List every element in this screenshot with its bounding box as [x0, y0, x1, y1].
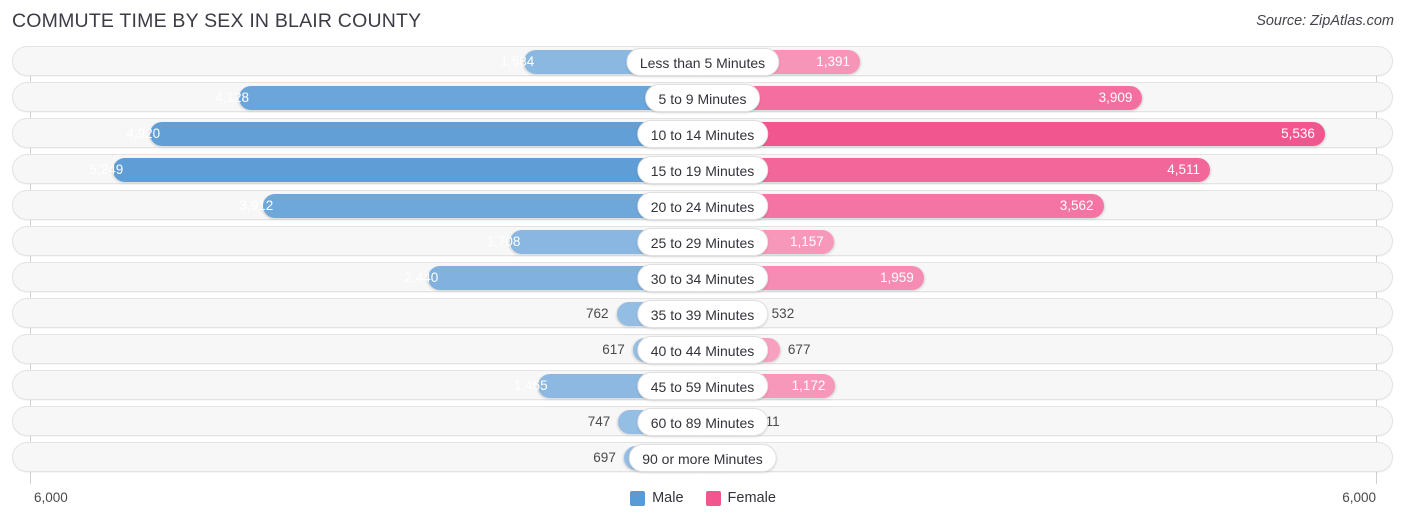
bar-track: 762 532 35 to 39 Minutes	[12, 298, 1393, 328]
bar-row: 762 532 35 to 39 Minutes	[0, 298, 1406, 328]
category-label-pill[interactable]: 5 to 9 Minutes	[644, 84, 761, 112]
bar-row: 4,920 5,536 10 to 14 Minutes	[0, 118, 1406, 148]
category-label-pill[interactable]: 10 to 14 Minutes	[636, 120, 769, 148]
bar-value-female: 677	[787, 342, 811, 357]
bar-row: 5,249 4,511 15 to 19 Minutes	[0, 154, 1406, 184]
category-label-pill[interactable]: 90 or more Minutes	[628, 444, 777, 472]
bar-value-male: 697	[593, 450, 616, 465]
bar-row: 3,912 3,562 20 to 24 Minutes	[0, 190, 1406, 220]
bar-value-male: 4,128	[215, 90, 249, 105]
bar-track: 4,128 3,909 5 to 9 Minutes	[12, 82, 1393, 112]
category-label-pill[interactable]: Less than 5 Minutes	[625, 48, 780, 76]
bar-value-male: 4,920	[126, 126, 161, 141]
bar-value-female: 3,562	[1059, 198, 1094, 213]
bar-row: 2,440 1,959 30 to 34 Minutes	[0, 262, 1406, 292]
category-label-pill[interactable]: 45 to 59 Minutes	[636, 372, 769, 400]
category-label-pill[interactable]: 40 to 44 Minutes	[636, 336, 769, 364]
bar-value-female: 3,909	[1098, 90, 1133, 105]
chart-footer: 6,000 6,000 Male Female	[0, 486, 1406, 523]
bar-value-male: 1,708	[486, 234, 521, 249]
bar-male[interactable]	[238, 86, 702, 110]
legend-label: Female	[727, 490, 776, 506]
category-label-pill[interactable]: 20 to 24 Minutes	[636, 192, 769, 220]
bar-value-male: 1,465	[513, 378, 548, 393]
category-label-pill[interactable]: 60 to 89 Minutes	[636, 408, 769, 436]
bar-value-female: 4,511	[1167, 162, 1200, 177]
bar-track: 3,912 3,562 20 to 24 Minutes	[12, 190, 1393, 220]
legend-item-male[interactable]: Male	[630, 490, 684, 506]
bar-value-female: 1,959	[879, 270, 914, 285]
bar-female[interactable]	[704, 158, 1210, 182]
category-label-pill[interactable]: 30 to 34 Minutes	[636, 264, 769, 292]
bar-row: 617 677 40 to 44 Minutes	[0, 334, 1406, 364]
bar-male[interactable]	[113, 158, 702, 182]
bar-track: 1,584 1,391 Less than 5 Minutes	[12, 46, 1393, 76]
bar-value-female: 532	[771, 306, 795, 321]
bar-track: 1,465 1,172 45 to 59 Minutes	[12, 370, 1393, 400]
bar-row: 1,708 1,157 25 to 29 Minutes	[0, 226, 1406, 256]
bar-male[interactable]	[150, 122, 702, 146]
bar-track: 747 411 60 to 89 Minutes	[12, 406, 1393, 436]
bar-value-female: 1,172	[791, 378, 826, 393]
category-label-pill[interactable]: 15 to 19 Minutes	[636, 156, 769, 184]
source-attribution: Source: ZipAtlas.com	[1256, 13, 1394, 29]
bar-row: 4,128 3,909 5 to 9 Minutes	[0, 82, 1406, 112]
legend-label: Male	[652, 490, 684, 506]
bar-track: 5,249 4,511 15 to 19 Minutes	[12, 154, 1393, 184]
bar-value-male: 3,912	[239, 198, 274, 213]
legend-item-female[interactable]: Female	[705, 490, 776, 506]
page-title: COMMUTE TIME BY SEX IN BLAIR COUNTY	[12, 10, 422, 32]
bar-track: 4,920 5,536 10 to 14 Minutes	[12, 118, 1393, 148]
bar-track: 2,440 1,959 30 to 34 Minutes	[12, 262, 1393, 292]
chart-plot-area: 1,584 1,391 Less than 5 Minutes 4,128 3,909 5…	[0, 46, 1406, 486]
bar-value-male: 617	[602, 342, 625, 357]
bar-track: 1,708 1,157 25 to 29 Minutes	[12, 226, 1393, 256]
bar-row: 1,584 1,391 Less than 5 Minutes	[0, 46, 1406, 76]
bar-row: 1,465 1,172 45 to 59 Minutes	[0, 370, 1406, 400]
bar-value-male: 1,584	[500, 54, 535, 69]
category-label-pill[interactable]: 25 to 29 Minutes	[636, 228, 769, 256]
bar-track: 69723990 or more Minutes	[12, 442, 1393, 472]
category-label-pill[interactable]: 35 to 39 Minutes	[636, 300, 769, 328]
bar-track: 617 677 40 to 44 Minutes	[12, 334, 1393, 364]
bar-female[interactable]	[704, 122, 1325, 146]
bar-value-male: 5,249	[89, 162, 124, 177]
bar-value-female: 1,157	[789, 234, 824, 249]
bar-value-female: 5,536	[1281, 126, 1315, 141]
bar-value-male: 762	[586, 306, 609, 321]
chart-header: COMMUTE TIME BY SEX IN BLAIR COUNTY Sour…	[0, 0, 1406, 46]
chart-legend: Male Female	[0, 490, 1406, 506]
bar-value-female: 1,391	[816, 54, 851, 69]
bar-rows-container: 1,584 1,391 Less than 5 Minutes 4,128 3,909 5…	[0, 46, 1406, 478]
legend-swatch-icon	[705, 490, 721, 506]
bar-value-male: 747	[587, 414, 611, 429]
bar-row: 747 411 60 to 89 Minutes	[0, 406, 1406, 436]
bar-female[interactable]	[704, 86, 1143, 110]
legend-swatch-icon	[630, 490, 646, 506]
bar-value-male: 2,440	[404, 270, 439, 285]
bar-row: 69723990 or more Minutes	[0, 442, 1406, 472]
